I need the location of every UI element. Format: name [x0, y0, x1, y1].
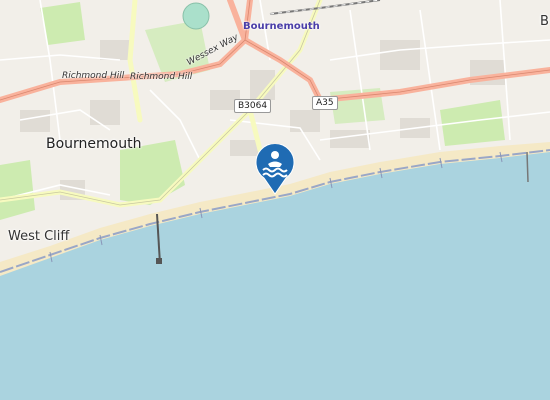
road-shield-a35: A35 — [312, 96, 338, 110]
station-label: Bournemouth — [243, 21, 320, 32]
road-shield-b3064: B3064 — [234, 99, 272, 113]
map-base-layer — [0, 0, 550, 276]
road-label-richmond-hill: Richmond Hill — [130, 72, 193, 82]
swimming-location-marker[interactable] — [254, 143, 296, 196]
place-label-west-cliff: West Cliff — [8, 229, 70, 244]
place-label-bournemouth: Bournemouth — [46, 136, 142, 152]
stadium-area — [182, 2, 210, 30]
map-view[interactable]: Bournemouth West Cliff Bournemouth B Ric… — [0, 0, 550, 400]
park-area — [0, 160, 35, 220]
edge-place-label: B — [540, 14, 549, 29]
pier-head — [156, 258, 162, 264]
pier — [526, 151, 529, 183]
swimming-icon — [255, 143, 295, 195]
road-label-richmond-hill: Richmond Hill — [62, 71, 125, 81]
